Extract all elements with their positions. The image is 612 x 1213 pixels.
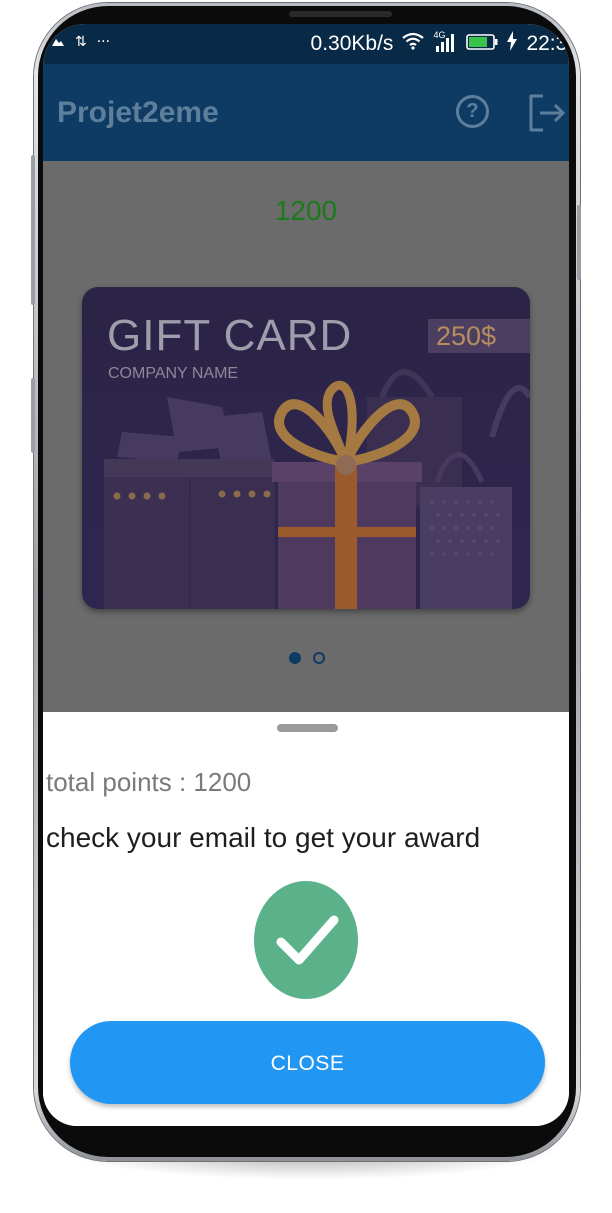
signal-icon: 4G [433,30,457,54]
volume-button [31,155,35,305]
phone-speaker [289,11,392,17]
gift-card-company: COMPANY NAME [108,365,239,382]
carousel-dot[interactable] [313,652,325,664]
carousel-dot-active[interactable] [289,652,301,664]
total-points-text: total points : 1200 [46,767,252,797]
carousel-indicator [289,652,325,664]
gift-card[interactable]: GIFT CARD COMPANY NAME 250$ [82,287,530,609]
side-button [31,378,35,453]
bottom-sheet: total points : 1200 check your email to … [43,712,569,1126]
award-message: check your email to get your award [46,822,481,853]
battery-icon [466,32,498,56]
data-transfer-icon: ⇅ [75,34,87,50]
charging-icon [507,31,518,57]
check-circle-icon [254,880,358,1004]
close-button[interactable]: CLOSE [70,1021,545,1104]
gift-card-amount: 250$ [428,319,530,353]
points-display: 1200 [274,195,338,226]
status-bar: ⇅ ··· 0.30Kb/s 4G 22:30 [43,24,569,64]
status-right: 0.30Kb/s 4G 22:30 [310,30,569,57]
gift-card-title: GIFT CARD [107,311,353,360]
status-left: ⇅ ··· [51,33,110,51]
clock: 22:30 [526,32,569,55]
network-speed: 0.30Kb/s [310,32,394,55]
logout-icon[interactable] [527,92,567,138]
wifi-icon [402,32,425,56]
help-icon[interactable]: ? [456,95,489,128]
phone-screen: ⇅ ··· 0.30Kb/s 4G 22:30 Projet2eme ? [43,24,569,1126]
sheet-drag-handle[interactable] [277,724,338,732]
image-icon [51,33,65,51]
app-bar: Projet2eme ? [43,64,569,161]
more-icon: ··· [96,34,111,50]
content-area: 1200 GIFT CARD COMPANY NAME 250$ [43,161,569,712]
app-title: Projet2eme [57,96,219,129]
power-button [577,205,581,280]
